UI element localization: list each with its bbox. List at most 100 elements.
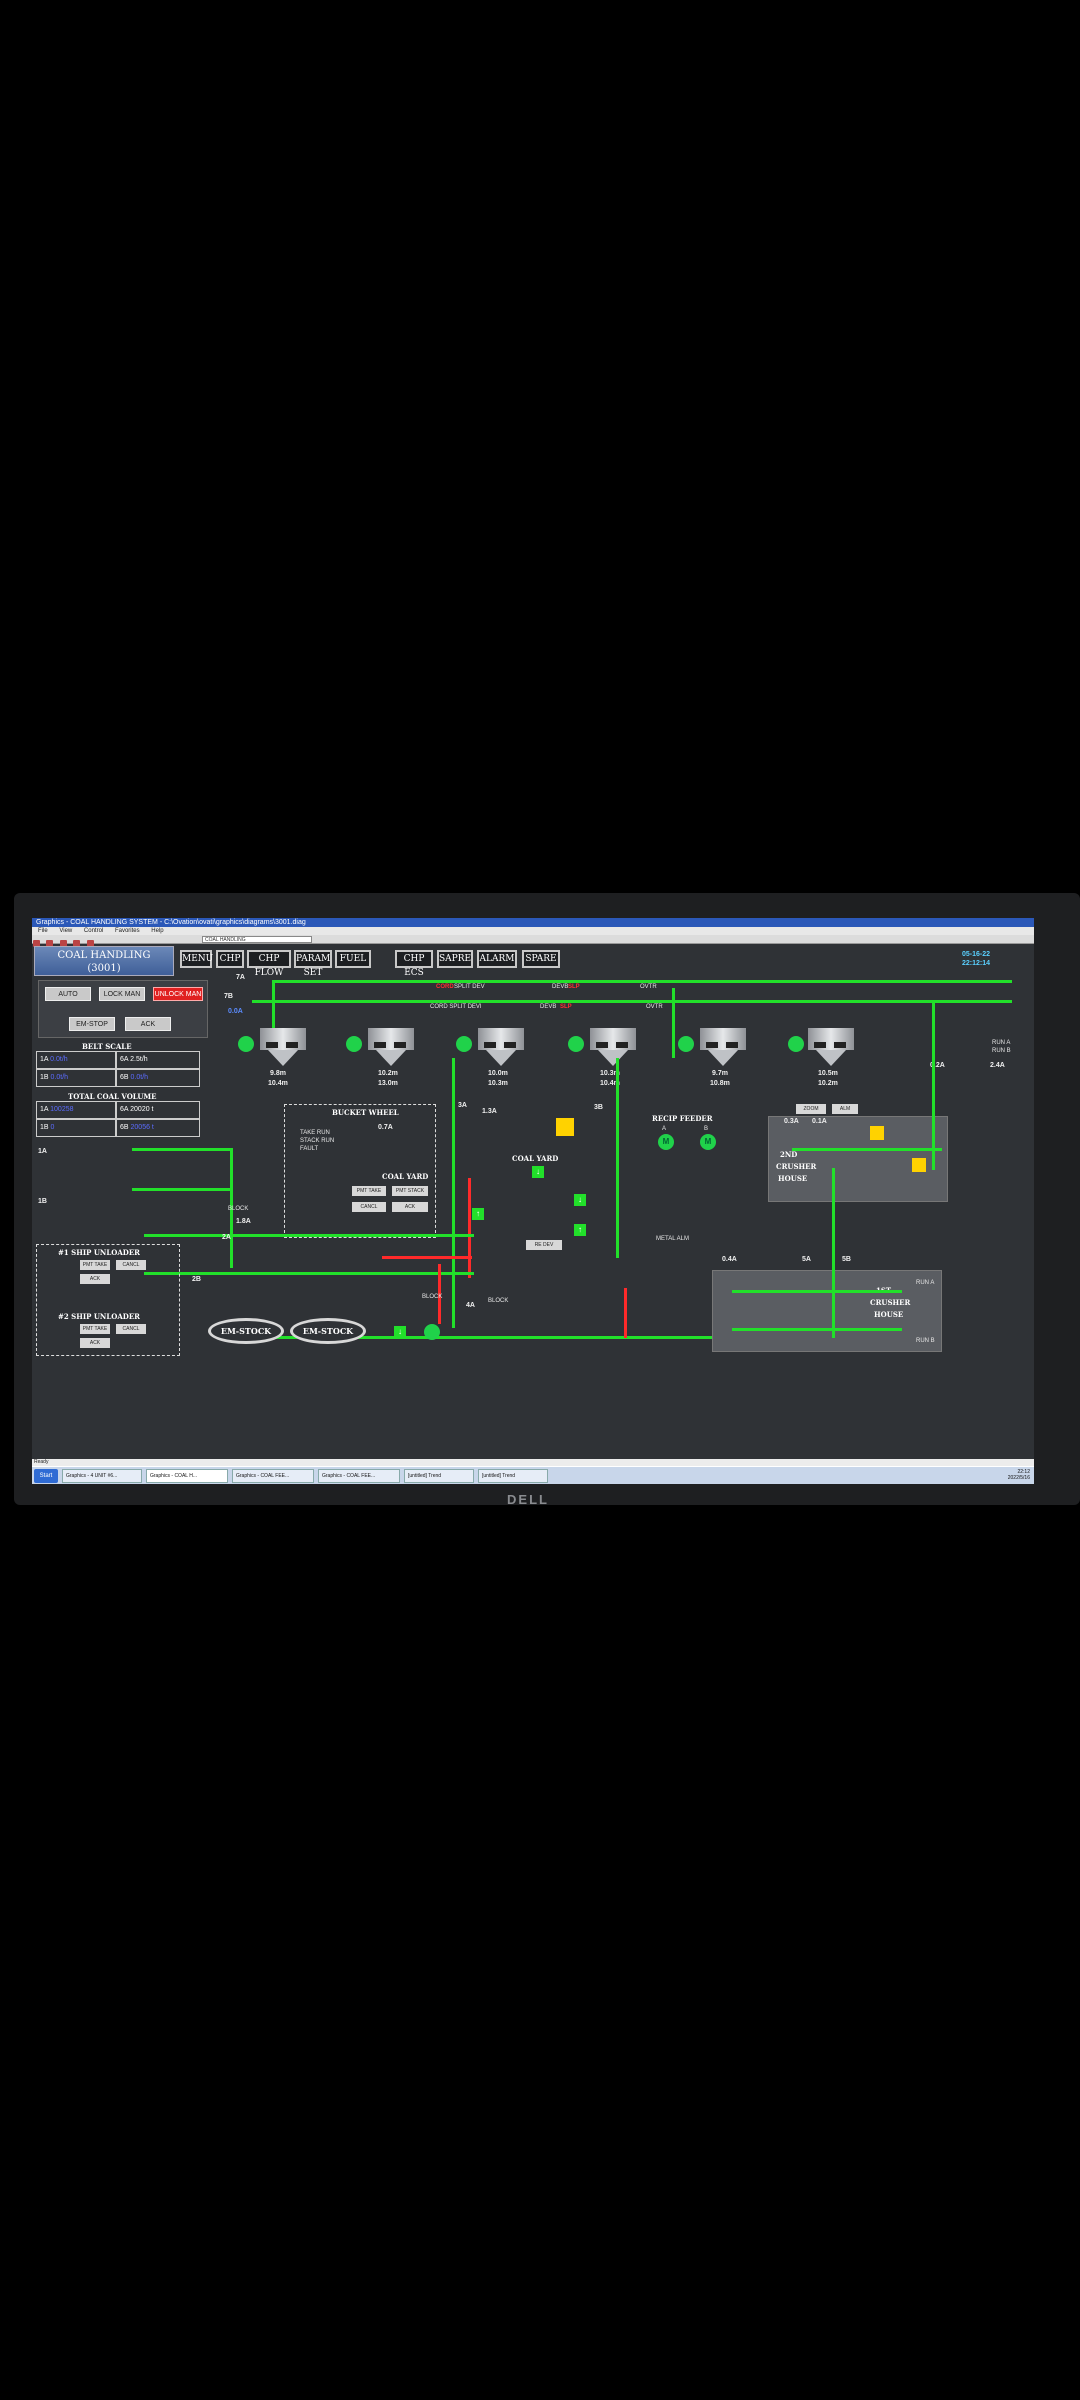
pmt-stack-button[interactable]: PMT STACK xyxy=(392,1186,428,1196)
crusher-2-current-b: 0.1A xyxy=(812,1118,827,1125)
auto-button[interactable]: AUTO xyxy=(45,987,91,1001)
hopper-1-level-b: 10.4m xyxy=(268,1080,288,1087)
coal-hopper-2[interactable] xyxy=(368,1028,414,1068)
alm-button[interactable]: ALM xyxy=(832,1104,858,1114)
lock-man-button[interactable]: LOCK MAN xyxy=(99,987,145,1001)
mid-arrow-up-2-icon[interactable]: ↑ xyxy=(472,1208,484,1220)
app-title: COAL HANDLING (3001) xyxy=(34,946,174,976)
run-b-label: RUN B xyxy=(992,1048,1011,1054)
first-crusher-house xyxy=(712,1270,942,1352)
stack-run-label: STACK RUN xyxy=(300,1138,335,1144)
re-dev-button[interactable]: RE DEV xyxy=(526,1240,562,1250)
mid-vertical-1 xyxy=(452,1058,455,1328)
coal-hopper-5[interactable] xyxy=(700,1028,746,1068)
nav-spare-button[interactable]: SPARE xyxy=(522,950,560,968)
total-coal-6a-value: 20020 t xyxy=(130,1106,154,1113)
coal-hopper-6[interactable] xyxy=(808,1028,854,1068)
total-coal-1b-value: 0 xyxy=(50,1124,55,1131)
nav-alarm-button[interactable]: ALARM xyxy=(477,950,517,968)
bottom-motor-status[interactable] xyxy=(424,1324,440,1340)
red-line-4 xyxy=(624,1288,627,1338)
em-stock-button-2[interactable]: EM-STOCK xyxy=(290,1318,366,1344)
nav-chp-flow-button[interactable]: CHP FLOW xyxy=(247,950,291,978)
recip-feeder-title: RECIP FEEDER xyxy=(652,1114,713,1123)
menu-favorites[interactable]: Favorites xyxy=(115,928,140,934)
ship-unloader-1-title: #1 SHIP UNLOADER xyxy=(58,1248,140,1257)
coal-yard-arrow-icon[interactable]: ↓ xyxy=(532,1166,544,1178)
coal-yard-label: COAL YARD xyxy=(382,1172,429,1181)
conveyor-1a xyxy=(132,1148,232,1151)
recip-feeder-b-motor[interactable]: M xyxy=(700,1134,716,1150)
menu-control[interactable]: Control xyxy=(84,928,103,934)
block-label-2: BLOCK xyxy=(422,1294,443,1300)
menu-help[interactable]: Help xyxy=(151,928,163,934)
hopper-5-level-a: 9.7m xyxy=(712,1070,728,1077)
nav-param-set-button[interactable]: PARAM SET xyxy=(294,950,332,978)
label-1-3a: 1.3A xyxy=(482,1108,497,1115)
row2-cord-split: CORD SPLIT DEVI xyxy=(430,1004,482,1010)
belt-scale-6a: 6A 2.5t/h xyxy=(116,1051,200,1069)
mid-arrow-down-icon[interactable]: ↓ xyxy=(574,1194,586,1206)
motor-status-1[interactable] xyxy=(238,1036,254,1052)
nav-chp-ecs-button[interactable]: CHP ECS xyxy=(395,950,433,978)
pmt-take-button[interactable]: PMT TAKE xyxy=(352,1186,386,1196)
ship-1-pmt-take-button[interactable]: PMT TAKE xyxy=(80,1260,110,1270)
datetime: 05-16-22 22:12:14 xyxy=(962,950,990,968)
start-button[interactable]: Start xyxy=(34,1469,58,1483)
time-label: 22:12:14 xyxy=(962,960,991,967)
stacker-reclaimer-icon[interactable] xyxy=(556,1118,574,1136)
bucket-cancel-button[interactable]: CANCL xyxy=(352,1202,386,1212)
block-label-1: BLOCK xyxy=(228,1206,249,1212)
coal-yard-center-label: COAL YARD xyxy=(512,1154,559,1163)
mid-arrow-up-icon[interactable]: ↑ xyxy=(574,1224,586,1236)
zoom-button[interactable]: ZOOM xyxy=(796,1104,826,1114)
menu-file[interactable]: File xyxy=(38,928,48,934)
coal-hopper-3[interactable] xyxy=(478,1028,524,1068)
nav-menu-button[interactable]: MENU xyxy=(180,950,213,968)
task-trend-2[interactable]: [untitled] Trend xyxy=(478,1469,548,1483)
crusher-2-gate-a[interactable] xyxy=(870,1126,884,1140)
label-4a: 4A xyxy=(466,1302,475,1309)
hopper-3-level-a: 10.0m xyxy=(488,1070,508,1077)
task-graphics-2[interactable]: Graphics - COAL H... xyxy=(146,1469,228,1483)
motor-status-3[interactable] xyxy=(456,1036,472,1052)
second-crusher-house-label: HOUSE xyxy=(778,1174,808,1183)
menu-view[interactable]: View xyxy=(59,928,72,934)
em-stop-button[interactable]: EM-STOP xyxy=(69,1017,115,1031)
ship-1-cancel-button[interactable]: CANCL xyxy=(116,1260,146,1270)
task-graphics-1[interactable]: Graphics - 4 UNIT #6... xyxy=(62,1469,142,1483)
motor-status-2[interactable] xyxy=(346,1036,362,1052)
nav-fuel-button[interactable]: FUEL xyxy=(335,950,371,968)
ship-1-ack-button[interactable]: ACK xyxy=(80,1274,110,1284)
task-graphics-3[interactable]: Graphics - COAL FEE... xyxy=(232,1469,314,1483)
coal-hopper-1[interactable] xyxy=(260,1028,306,1068)
belt-scale-6b: 6B 0.0t/h xyxy=(116,1069,200,1087)
recip-feeder-a-motor[interactable]: M xyxy=(658,1134,674,1150)
metal-alarm-label: METAL ALM xyxy=(656,1236,690,1242)
task-graphics-4[interactable]: Graphics - COAL FEE... xyxy=(318,1469,400,1483)
em-stock-button-1[interactable]: EM-STOCK xyxy=(208,1318,284,1344)
ship-2-cancel-button[interactable]: CANCL xyxy=(116,1324,146,1334)
tray-clock-date: 2022/5/16 xyxy=(1007,1475,1030,1481)
coal-hopper-4[interactable] xyxy=(590,1028,636,1068)
ship-2-ack-button[interactable]: ACK xyxy=(80,1338,110,1348)
ack-button[interactable]: ACK xyxy=(125,1017,171,1031)
nav-sapre-button[interactable]: SAPRE xyxy=(437,950,473,968)
date-label: 05-16-22 xyxy=(962,951,991,958)
diagram-address[interactable]: COAL HANDLING xyxy=(202,936,312,943)
bucket-ack-button[interactable]: ACK xyxy=(392,1202,428,1212)
motor-status-6[interactable] xyxy=(788,1036,804,1052)
ship-2-pmt-take-button[interactable]: PMT TAKE xyxy=(80,1324,110,1334)
top-split-dev: SPLIT DEV xyxy=(454,984,485,990)
block-label-3: BLOCK xyxy=(488,1298,509,1304)
total-coal-1b: 1B 0 xyxy=(36,1119,116,1137)
task-trend-1[interactable]: [untitled] Trend xyxy=(404,1469,474,1483)
nav-chp-button[interactable]: CHP xyxy=(216,950,244,968)
bottom-arrow-icon[interactable]: ↓ xyxy=(394,1326,406,1338)
crusher-2-gate-b[interactable] xyxy=(912,1158,926,1172)
motor-status-5[interactable] xyxy=(678,1036,694,1052)
app-subtitle: (3001) xyxy=(87,963,121,974)
second-crusher-title: 2ND xyxy=(780,1150,798,1159)
unlock-man-button[interactable]: UNLOCK MAN xyxy=(153,987,203,1001)
motor-status-4[interactable] xyxy=(568,1036,584,1052)
